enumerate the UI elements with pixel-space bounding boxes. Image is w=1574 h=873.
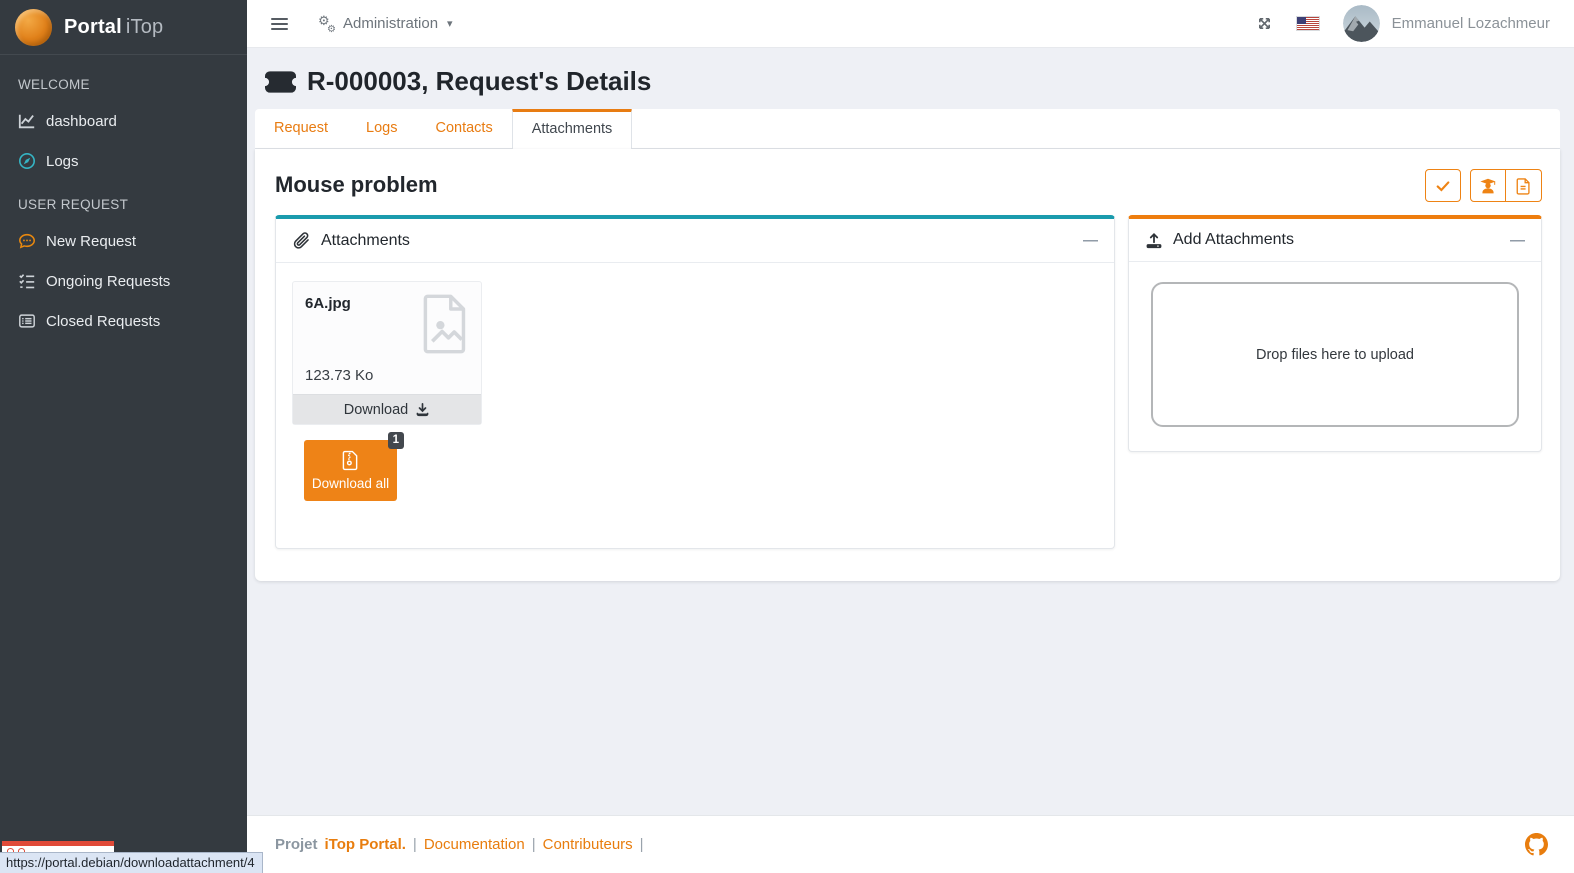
sidebar-item-label: New Request bbox=[46, 233, 136, 250]
list-alt-icon bbox=[18, 312, 36, 330]
cards-row: Attachments — 6A.jpg 123.73 Ko bbox=[275, 215, 1542, 549]
sidebar-item-closed-requests[interactable]: Closed Requests bbox=[0, 301, 247, 341]
tabstrip: Request Logs Contacts Attachments bbox=[255, 109, 1560, 149]
download-label: Download bbox=[344, 402, 409, 418]
attachment-count-badge: 1 bbox=[388, 432, 404, 449]
file-dropzone[interactable]: Drop files here to upload bbox=[1151, 282, 1519, 427]
language-flag-us[interactable] bbox=[1297, 17, 1319, 30]
attachments-card: Attachments — 6A.jpg 123.73 Ko bbox=[275, 215, 1115, 549]
tab-attachments[interactable]: Attachments bbox=[512, 109, 633, 151]
tab-contacts[interactable]: Contacts bbox=[416, 109, 511, 148]
file-invoice-icon bbox=[1516, 177, 1531, 195]
page-title: R-000003, Request's Details bbox=[307, 66, 651, 97]
user-name: Emmanuel Lozachmeur bbox=[1392, 15, 1550, 32]
avatar bbox=[1343, 5, 1380, 42]
itop-logo-icon bbox=[15, 9, 52, 46]
attachments-card-title: Attachments bbox=[321, 232, 410, 250]
footer-separator: | bbox=[532, 836, 536, 853]
browser-status-url: https://portal.debian/downloadattachment… bbox=[0, 852, 263, 873]
footer-project-link[interactable]: iTop Portal. bbox=[325, 836, 406, 853]
request-subtitle: Mouse problem bbox=[275, 169, 438, 198]
download-all-button[interactable]: Download all 1 bbox=[304, 440, 397, 501]
download-icon bbox=[415, 402, 430, 417]
comment-dots-icon bbox=[18, 232, 36, 250]
footer-contributors-link[interactable]: Contributeurs bbox=[543, 836, 633, 853]
admin-menu-dropdown[interactable]: ⚙⚙ Administration ▾ bbox=[318, 15, 453, 32]
request-panel: Mouse problem bbox=[255, 149, 1560, 581]
sidebar-item-dashboard[interactable]: dashboard bbox=[0, 101, 247, 141]
download-attachment-button[interactable]: Download bbox=[293, 394, 481, 424]
sidebar-item-new-request[interactable]: New Request bbox=[0, 221, 247, 261]
footer-links: Projet iTop Portal. | Documentation | Co… bbox=[275, 836, 644, 853]
sidebar: PortaliTop WELCOME dashboard Logs USER R… bbox=[0, 0, 247, 873]
chart-line-icon bbox=[18, 112, 36, 130]
titlebar: R-000003, Request's Details bbox=[247, 48, 1574, 109]
image-file-icon bbox=[419, 294, 471, 359]
tasks-icon bbox=[18, 272, 36, 290]
assign-agent-button[interactable] bbox=[1470, 169, 1506, 202]
admin-menu-label: Administration bbox=[343, 15, 438, 32]
brand-title-light: iTop bbox=[126, 16, 164, 38]
sidebar-item-label: Logs bbox=[46, 153, 79, 170]
file-archive-icon bbox=[342, 450, 359, 471]
brand-home-link[interactable]: PortaliTop bbox=[0, 0, 247, 55]
attachments-card-header: Attachments — bbox=[276, 219, 1114, 263]
paperclip-icon bbox=[292, 231, 311, 250]
footer-documentation-link[interactable]: Documentation bbox=[424, 836, 525, 853]
sidebar-nav: WELCOME dashboard Logs USER REQUEST New … bbox=[0, 55, 247, 341]
add-attachments-card-body: Drop files here to upload bbox=[1129, 262, 1541, 447]
panel-head: Mouse problem bbox=[275, 169, 1542, 202]
flag-canton bbox=[1297, 17, 1306, 24]
user-menu[interactable]: Emmanuel Lozachmeur bbox=[1343, 5, 1550, 42]
fullscreen-toggle[interactable] bbox=[1256, 15, 1273, 32]
validate-button[interactable] bbox=[1425, 169, 1461, 202]
compass-icon bbox=[18, 152, 36, 170]
check-icon bbox=[1435, 178, 1451, 194]
footer: Projet iTop Portal. | Documentation | Co… bbox=[247, 815, 1574, 873]
panel-actions bbox=[1425, 169, 1542, 202]
brand-title-bold: Portal bbox=[64, 16, 122, 38]
dropzone-text: Drop files here to upload bbox=[1256, 347, 1414, 363]
caret-down-icon: ▾ bbox=[447, 17, 453, 30]
collapse-minus-icon[interactable]: — bbox=[1510, 232, 1525, 249]
hamburger-menu-icon[interactable] bbox=[271, 14, 288, 34]
sidebar-item-ongoing-requests[interactable]: Ongoing Requests bbox=[0, 261, 247, 301]
nav-section-welcome: WELCOME bbox=[0, 61, 247, 101]
download-all-label: Download all bbox=[312, 476, 389, 491]
add-attachments-card-title: Add Attachments bbox=[1173, 231, 1294, 249]
topbar: ⚙⚙ Administration ▾ Emmanuel Lozachmeur bbox=[247, 0, 1574, 48]
main-area: ⚙⚙ Administration ▾ Emmanuel Lozachmeur bbox=[247, 0, 1574, 873]
document-button[interactable] bbox=[1506, 169, 1542, 202]
expand-arrows-icon bbox=[1256, 15, 1273, 32]
footer-separator: | bbox=[640, 836, 644, 853]
github-octocat-icon bbox=[1525, 833, 1548, 856]
github-link[interactable] bbox=[1525, 833, 1548, 856]
tab-request[interactable]: Request bbox=[255, 109, 347, 148]
itop-portal-page: PortaliTop WELCOME dashboard Logs USER R… bbox=[0, 0, 1574, 873]
brand-title: PortaliTop bbox=[64, 16, 163, 39]
user-graduate-icon bbox=[1479, 177, 1497, 195]
attachment-tile: 6A.jpg 123.73 Ko Download bbox=[292, 281, 482, 425]
cogs-icon: ⚙⚙ bbox=[318, 16, 336, 32]
sidebar-item-label: dashboard bbox=[46, 113, 117, 130]
attachment-tile-body: 6A.jpg 123.73 Ko bbox=[293, 282, 481, 394]
collapse-minus-icon[interactable]: — bbox=[1083, 232, 1098, 249]
sidebar-item-label: Ongoing Requests bbox=[46, 273, 170, 290]
upload-icon bbox=[1145, 231, 1163, 249]
attachments-card-body: 6A.jpg 123.73 Ko Download bbox=[276, 263, 1114, 519]
sidebar-item-label: Closed Requests bbox=[46, 313, 160, 330]
footer-separator: | bbox=[413, 836, 417, 853]
ticket-icon bbox=[265, 71, 296, 93]
nav-section-user-request: USER REQUEST bbox=[0, 181, 247, 221]
topbar-right: Emmanuel Lozachmeur bbox=[1256, 5, 1550, 42]
add-attachments-card-header: Add Attachments — bbox=[1129, 219, 1541, 262]
attachment-file-size: 123.73 Ko bbox=[305, 367, 373, 384]
tab-logs[interactable]: Logs bbox=[347, 109, 416, 148]
sidebar-item-logs[interactable]: Logs bbox=[0, 141, 247, 181]
shortcut-button-group bbox=[1470, 169, 1542, 202]
add-attachments-card: Add Attachments — Drop files here to upl… bbox=[1128, 215, 1542, 452]
footer-project-prefix: Projet bbox=[275, 836, 318, 853]
